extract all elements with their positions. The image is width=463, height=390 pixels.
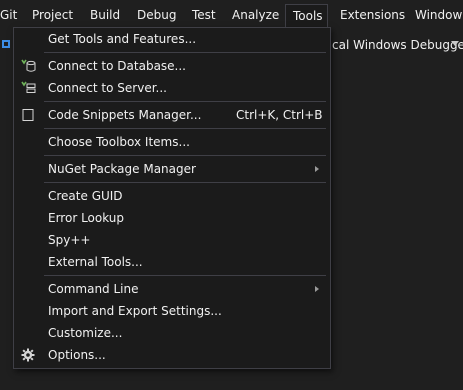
menu-build[interactable]: Build [90, 5, 120, 26]
menu-item-choose-toolbox[interactable]: Choose Toolbox Items... [14, 131, 330, 153]
menu-item-customize[interactable]: Customize... [14, 322, 330, 344]
menu-test[interactable]: Test [192, 5, 216, 26]
menu-window[interactable]: Window [415, 5, 462, 26]
menu-item-label: Import and Export Settings... [48, 304, 222, 318]
menu-debug[interactable]: Debug [137, 5, 176, 26]
menu-item-nuget[interactable]: NuGet Package Manager [14, 158, 330, 180]
menu-item-code-snippets[interactable]: Code Snippets Manager... Ctrl+K, Ctrl+B [14, 104, 330, 126]
chevron-right-icon [315, 166, 319, 172]
debugger-target-label[interactable]: cal Windows Debugger [332, 38, 463, 52]
menu-item-label: Get Tools and Features... [48, 32, 197, 46]
menu-item-create-guid[interactable]: Create GUID [14, 185, 330, 207]
menu-item-label: Options... [48, 348, 106, 362]
menu-item-label: Error Lookup [48, 211, 125, 225]
menu-separator [44, 182, 326, 183]
menu-item-spy[interactable]: Spy++ [14, 229, 330, 251]
menu-item-label: NuGet Package Manager [48, 162, 196, 176]
menu-item-get-tools[interactable]: Get Tools and Features... [14, 28, 330, 50]
menu-item-label: Command Line [48, 282, 139, 296]
menu-item-options[interactable]: Options... [14, 344, 330, 366]
menu-separator [44, 101, 326, 102]
gear-icon [21, 348, 35, 362]
menu-item-label: Choose Toolbox Items... [48, 135, 190, 149]
tools-menu: Get Tools and Features... Connect to Dat… [13, 27, 331, 369]
menu-item-label: Connect to Server... [48, 81, 167, 95]
server-connect-icon [21, 81, 36, 93]
menu-item-label: Customize... [48, 326, 123, 340]
menu-item-import-export[interactable]: Import and Export Settings... [14, 300, 330, 322]
database-connect-icon [21, 59, 36, 72]
menu-item-connect-database[interactable]: Connect to Database... [14, 55, 330, 77]
menu-item-label: Create GUID [48, 189, 123, 203]
menu-item-shortcut: Ctrl+K, Ctrl+B [236, 108, 323, 122]
menu-separator [44, 52, 326, 53]
menu-project[interactable]: Project [32, 5, 73, 26]
menu-item-external-tools[interactable]: External Tools... [14, 251, 330, 273]
menu-git[interactable]: Git [0, 5, 17, 26]
menu-item-connect-server[interactable]: Connect to Server... [14, 77, 330, 99]
chevron-down-icon[interactable] [451, 41, 459, 46]
menu-separator [44, 155, 326, 156]
snippet-icon [22, 109, 34, 121]
menu-item-label: External Tools... [48, 255, 143, 269]
menu-separator [44, 128, 326, 129]
menu-analyze[interactable]: Analyze [232, 5, 279, 26]
solution-icon [2, 40, 10, 48]
menu-item-error-lookup[interactable]: Error Lookup [14, 207, 330, 229]
menu-extensions[interactable]: Extensions [340, 5, 405, 26]
chevron-right-icon [315, 286, 319, 292]
menu-tools[interactable]: Tools [285, 4, 328, 27]
menu-item-label: Spy++ [48, 233, 91, 247]
menu-item-label: Code Snippets Manager... [48, 108, 202, 122]
menu-item-label: Connect to Database... [48, 59, 186, 73]
menu-item-command-line[interactable]: Command Line [14, 278, 330, 300]
menu-separator [44, 275, 326, 276]
